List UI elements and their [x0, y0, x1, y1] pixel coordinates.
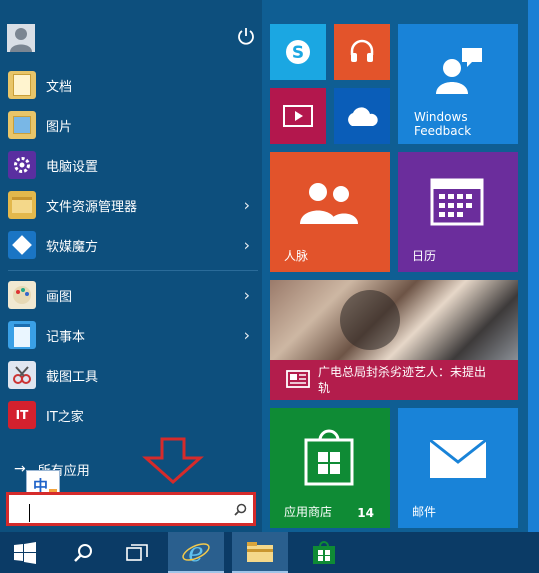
app-item-ithome[interactable]: IT IT之家 — [0, 396, 262, 434]
tile-label: 应用商店 — [284, 505, 333, 519]
news-icon — [286, 370, 310, 388]
taskbar-store[interactable] — [296, 532, 352, 573]
skype-icon: S — [286, 40, 310, 64]
app-label: 软媒魔方 — [46, 239, 99, 255]
news-photo-overlay — [340, 290, 400, 350]
start-menu: 文档 图片 电脑设置 文件资源管理器 › 软媒魔方 › 画图 › 记事本 › 截… — [0, 0, 528, 532]
chevron-right-icon[interactable]: › — [244, 326, 250, 345]
notepad-icon — [8, 321, 36, 349]
ruanmei-cube-icon — [8, 231, 36, 259]
tile-mail[interactable]: 邮件 — [398, 408, 518, 528]
app-label: 图片 — [46, 119, 73, 135]
paint-icon — [8, 281, 36, 309]
tile-skype[interactable]: S — [270, 24, 326, 80]
tile-calendar[interactable]: 日历 — [398, 152, 518, 272]
app-item-documents[interactable]: 文档 — [0, 66, 262, 104]
svg-text:S: S — [292, 43, 304, 63]
chevron-right-icon[interactable]: › — [244, 236, 250, 255]
start-left-pane: 文档 图片 电脑设置 文件资源管理器 › 软媒魔方 › 画图 › 记事本 › 截… — [0, 0, 262, 532]
taskbar-ie[interactable]: e — [168, 532, 224, 573]
people-icon — [300, 183, 358, 224]
app-item-pc-settings[interactable]: 电脑设置 — [0, 146, 262, 184]
taskbar-file-explorer[interactable] — [232, 532, 288, 573]
feedback-person-icon — [436, 48, 482, 94]
tile-news[interactable]: 广电总局封杀劣迹艺人：未提出轨 — [270, 280, 518, 400]
ie-icon: e — [182, 538, 210, 567]
badge-count: 14 — [357, 506, 374, 520]
windows-start-icon — [14, 541, 36, 564]
arrow-right-icon: → — [14, 461, 26, 477]
taskbar: e — [0, 532, 539, 573]
tile-people[interactable]: 人脉 — [270, 152, 390, 272]
cloud-icon — [348, 107, 378, 126]
text-cursor — [29, 504, 30, 522]
app-label: 画图 — [46, 289, 73, 305]
app-label: IT之家 — [46, 409, 84, 425]
tile-label: 邮件 — [412, 505, 437, 519]
power-button[interactable] — [236, 26, 256, 46]
user-avatar[interactable] — [7, 24, 35, 52]
store-icon — [313, 540, 335, 564]
avatar-icon — [10, 28, 32, 52]
file-explorer-icon — [247, 541, 273, 562]
tile-store[interactable]: 应用商店 14 — [270, 408, 390, 528]
app-item-snipping-tool[interactable]: 截图工具 — [0, 356, 262, 394]
tile-title-2: Feedback — [414, 124, 472, 138]
calendar-icon — [430, 178, 484, 226]
taskbar-search-button[interactable] — [60, 532, 106, 573]
svg-text:e: e — [188, 538, 203, 567]
app-item-ruanmei-cube[interactable]: 软媒魔方 › — [0, 226, 262, 264]
app-label: 文件资源管理器 — [46, 199, 138, 215]
documents-folder-icon — [8, 71, 36, 99]
ithome-icon: IT — [8, 401, 36, 429]
annotation-arrow — [142, 437, 204, 485]
tile-title-1: Windows — [414, 110, 468, 124]
news-headline: 广电总局封杀劣迹艺人：未提出轨 — [318, 365, 487, 395]
app-item-notepad[interactable]: 记事本 › — [0, 316, 262, 354]
tile-windows-feedback[interactable]: Windows Feedback — [398, 24, 518, 144]
search-icon — [74, 543, 92, 562]
power-icon — [238, 28, 254, 45]
app-label: 截图工具 — [46, 369, 99, 385]
tile-label: 人脉 — [284, 249, 309, 263]
mail-icon — [429, 438, 487, 478]
store-bag-icon — [304, 429, 354, 486]
tile-video[interactable] — [270, 88, 326, 144]
tile-onedrive[interactable] — [334, 88, 390, 144]
snipping-tool-icon — [8, 361, 36, 389]
settings-gear-icon — [8, 151, 36, 179]
tile-label: 日历 — [412, 249, 437, 263]
chevron-right-icon[interactable]: › — [244, 286, 250, 305]
divider — [8, 270, 258, 271]
search-input[interactable] — [25, 499, 229, 521]
tile-music[interactable] — [334, 24, 390, 80]
task-view-button[interactable] — [114, 532, 160, 573]
video-icon — [283, 105, 313, 127]
chevron-right-icon[interactable]: › — [244, 196, 250, 215]
pictures-folder-icon — [8, 111, 36, 139]
file-explorer-icon — [8, 191, 36, 219]
app-item-file-explorer[interactable]: 文件资源管理器 › — [0, 186, 262, 224]
start-button[interactable] — [0, 532, 50, 573]
app-item-paint[interactable]: 画图 › — [0, 276, 262, 314]
task-view-icon — [126, 543, 148, 561]
app-item-pictures[interactable]: 图片 — [0, 106, 262, 144]
app-label: 记事本 — [46, 329, 86, 345]
search-box[interactable] — [6, 492, 256, 526]
search-icon[interactable] — [234, 503, 247, 516]
app-label: 文档 — [46, 79, 73, 95]
headphones-icon — [350, 39, 374, 62]
app-label: 电脑设置 — [46, 159, 99, 175]
